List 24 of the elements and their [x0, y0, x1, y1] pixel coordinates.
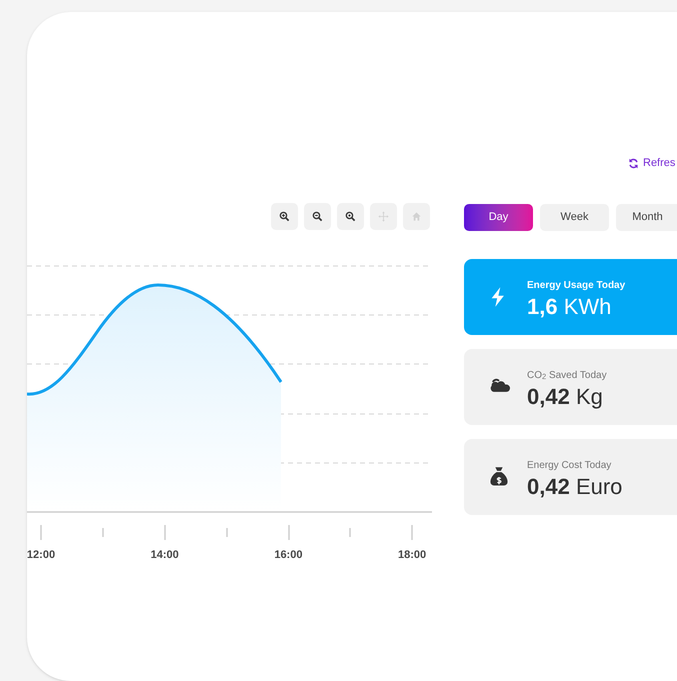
zoom-out-icon	[312, 211, 323, 222]
card-value: 1,6 KWh	[527, 292, 612, 320]
home-icon	[411, 211, 422, 222]
card-value: 0,42 Kg	[527, 382, 604, 410]
x-axis-label: 18:00	[398, 548, 426, 563]
card-value: 0,42 Euro	[527, 472, 622, 500]
period-tab[interactable]: Week	[540, 204, 609, 231]
chart-tool-button[interactable]	[271, 203, 298, 230]
money-bag-icon	[488, 466, 510, 488]
x-axis-label: 16:00	[274, 548, 302, 563]
card-title: CO$_{2}$ Saved Today	[527, 368, 607, 382]
period-tab[interactable]: Day	[464, 204, 533, 231]
zoom-reset-icon	[345, 211, 356, 222]
chart-tool-button[interactable]	[337, 203, 364, 230]
zoom-in-icon	[279, 211, 290, 222]
x-axis-label: 12:00	[27, 548, 56, 563]
chart-tool-button[interactable]	[304, 203, 331, 230]
x-axis-label: 14:00	[150, 548, 179, 563]
move-arrows-icon	[378, 211, 389, 222]
card-title: Energy Cost Today	[527, 458, 612, 472]
refresh-icon	[628, 158, 639, 168]
card-title: Energy Usage Today	[527, 278, 626, 292]
refresh-link[interactable]: Refres	[628, 154, 676, 172]
period-tab[interactable]: Month	[616, 204, 677, 231]
